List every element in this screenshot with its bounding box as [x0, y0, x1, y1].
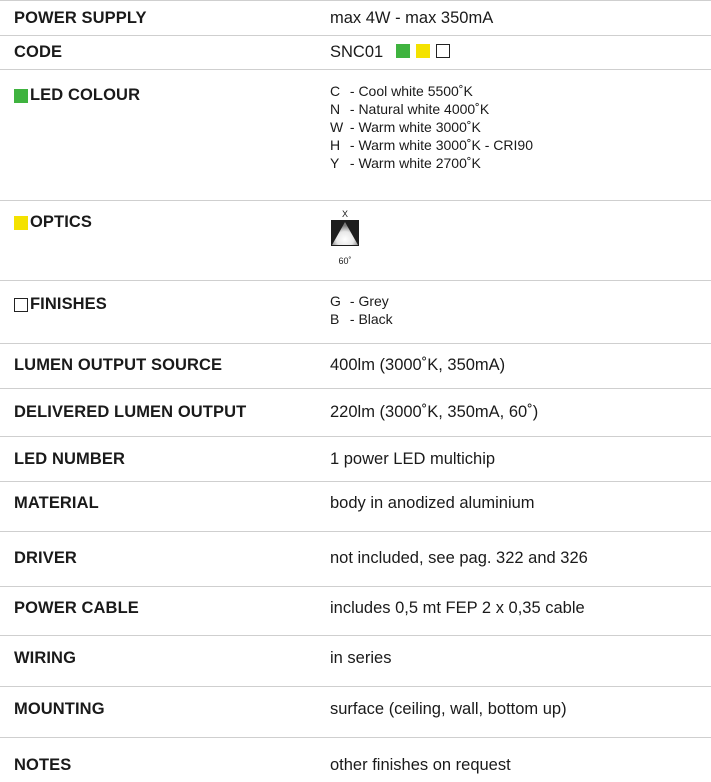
label-notes: NOTES: [14, 756, 72, 774]
optic-x: X 60˚: [330, 209, 360, 267]
label-code: CODE: [14, 43, 63, 61]
list-item: N - Natural white 4000˚K: [330, 101, 490, 117]
list-item: Y - Warm white 2700˚K: [330, 155, 481, 171]
green-square-icon: [14, 88, 28, 103]
list-item: G - Grey: [330, 293, 389, 309]
list-item: C - Cool white 5500˚K: [330, 83, 473, 99]
value-material: body in anodized aluminium: [330, 494, 535, 512]
row-led-number: LED NUMBER 1 power LED multichip: [0, 437, 711, 482]
row-driver: DRIVER not included, see pag. 322 and 32…: [0, 532, 711, 587]
list-item: W - Warm white 3000˚K: [330, 119, 481, 135]
list-item: H - Warm white 3000˚K - CRI90: [330, 137, 533, 153]
label-optics: OPTICS: [14, 213, 92, 232]
value-power-supply: max 4W - max 350mA: [330, 9, 494, 27]
row-notes: NOTES other finishes on request: [0, 738, 711, 782]
label-lumen-source: LUMEN OUTPUT SOURCE: [14, 356, 223, 374]
white-square-icon: [14, 297, 28, 312]
value-led-number: 1 power LED multichip: [330, 450, 496, 468]
row-led-colour: LED COLOUR C - Cool white 5500˚K N - Nat…: [0, 70, 711, 201]
row-lumen-source: LUMEN OUTPUT SOURCE 400lm (3000˚K, 350mA…: [0, 344, 711, 389]
value-driver: not included, see pag. 322 and 326: [330, 549, 588, 567]
label-power-cable: POWER CABLE: [14, 599, 139, 617]
row-optics: OPTICS X 60˚: [0, 201, 711, 281]
row-code: CODE SNC01: [0, 35, 711, 70]
spec-sheet: POWER SUPPLY max 4W - max 350mA CODE SNC…: [0, 0, 711, 782]
label-wiring: WIRING: [14, 649, 77, 667]
white-square-icon: [435, 44, 450, 58]
value-mounting: surface (ceiling, wall, bottom up): [330, 700, 567, 718]
row-wiring: WIRING in series: [0, 636, 711, 687]
green-square-icon: [395, 44, 410, 58]
yellow-square-icon: [14, 215, 28, 230]
label-power-supply: POWER SUPPLY: [14, 9, 147, 27]
value-power-cable: includes 0,5 mt FEP 2 x 0,35 cable: [330, 599, 585, 617]
finishes-list: G - Grey B - Black: [330, 292, 393, 328]
row-power-supply: POWER SUPPLY max 4W - max 350mA: [0, 0, 711, 36]
code-text: SNC01: [330, 43, 384, 61]
value-notes: other finishes on request: [330, 756, 511, 774]
label-delivered-lumen: DELIVERED LUMEN OUTPUT: [14, 403, 247, 421]
list-item: B - Black: [330, 311, 393, 327]
value-delivered-lumen: 220lm (3000˚K, 350mA, 60˚): [330, 403, 539, 421]
label-led-colour: LED COLOUR: [14, 86, 140, 105]
row-delivered-lumen: DELIVERED LUMEN OUTPUT 220lm (3000˚K, 35…: [0, 389, 711, 437]
label-finishes-text: FINISHES: [30, 295, 107, 313]
code-markers: [395, 44, 451, 58]
label-driver: DRIVER: [14, 549, 77, 567]
value-wiring: in series: [330, 649, 392, 667]
optic-angle: 60˚: [338, 256, 352, 266]
label-finishes: FINISHES: [14, 295, 107, 314]
led-colour-list: C - Cool white 5500˚K N - Natural white …: [330, 82, 533, 172]
beam-60-icon: [331, 220, 359, 246]
row-finishes: FINISHES G - Grey B - Black: [0, 281, 711, 344]
label-material: MATERIAL: [14, 494, 99, 512]
row-material: MATERIAL body in anodized aluminium: [0, 482, 711, 532]
row-mounting: MOUNTING surface (ceiling, wall, bottom …: [0, 687, 711, 738]
label-led-number: LED NUMBER: [14, 450, 125, 468]
value-lumen-source: 400lm (3000˚K, 350mA): [330, 356, 506, 374]
row-power-cable: POWER CABLE includes 0,5 mt FEP 2 x 0,35…: [0, 587, 711, 636]
label-mounting: MOUNTING: [14, 700, 105, 718]
optic-code: X: [341, 209, 348, 219]
yellow-square-icon: [415, 44, 430, 58]
label-led-colour-text: LED COLOUR: [30, 86, 141, 104]
value-code: SNC01: [330, 43, 451, 62]
label-optics-text: OPTICS: [30, 213, 93, 231]
